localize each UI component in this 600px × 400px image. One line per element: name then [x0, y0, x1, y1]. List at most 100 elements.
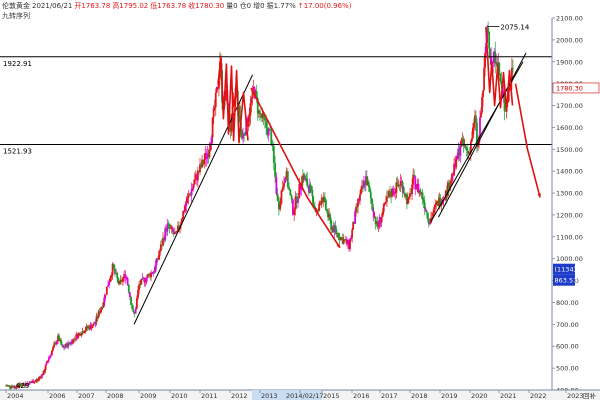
x-tick-label: 2017 [381, 392, 398, 400]
candle-body [349, 239, 351, 249]
candle-body [126, 277, 129, 285]
candle-body [470, 138, 473, 142]
candle-body [475, 115, 477, 123]
candle-body [145, 277, 148, 282]
candle-body [108, 281, 111, 286]
candle-body [84, 330, 87, 333]
candle-body [60, 339, 62, 345]
candle-body [483, 67, 485, 91]
candle-body [429, 222, 431, 225]
candle-body [279, 203, 282, 210]
candle-body [329, 214, 331, 221]
price-chart: 1922.911521.932075.14429 400.00500.00600… [0, 0, 600, 400]
candle-body [193, 179, 196, 185]
candle-body [51, 350, 53, 355]
candle-body [135, 298, 138, 309]
candle-body [465, 148, 468, 151]
candle-body [382, 204, 385, 212]
candle-body [114, 268, 116, 274]
low-label: 429 [16, 382, 29, 390]
candle-body [105, 286, 108, 295]
candle-body [269, 128, 271, 131]
candle-body [48, 355, 51, 358]
candle-body [56, 341, 58, 345]
candle-body [337, 233, 340, 239]
x-tick-label: 2010 [171, 392, 188, 400]
level-label: 1521.93 [3, 147, 32, 155]
candle-body [334, 225, 337, 230]
volume: 量0 [226, 2, 238, 10]
candle-body [197, 170, 199, 181]
candle-body [276, 193, 279, 201]
candle-body [311, 189, 314, 197]
candle-body [248, 116, 251, 122]
candle-body [413, 174, 416, 177]
candle-body [102, 301, 105, 308]
candle-body [284, 178, 287, 183]
candle-body [209, 144, 212, 151]
candle-body [187, 195, 190, 198]
x-tick-label: 2008 [107, 392, 124, 400]
candle-body [323, 196, 326, 200]
candle-body [297, 198, 299, 204]
open-interest: 仓0 [239, 2, 252, 10]
candle-body [512, 67, 514, 69]
candle-body [80, 334, 83, 336]
candle-body [155, 258, 158, 266]
candle-body [91, 325, 94, 329]
candle-body [190, 189, 193, 196]
candle-body [335, 229, 338, 234]
candle-body [401, 182, 404, 193]
amplitude: 振1.77% [266, 2, 296, 10]
candle-body [384, 201, 387, 203]
candle-body [389, 191, 391, 196]
candle-body [407, 198, 409, 204]
candle-body [325, 199, 327, 210]
y-tick-label: 2100.00 [556, 15, 583, 23]
candle-body [326, 209, 328, 212]
candle-body [286, 171, 289, 187]
candle-body [99, 309, 102, 314]
y-tick-label: 1100.00 [556, 233, 583, 241]
y-tick-label: 2000.00 [556, 36, 583, 44]
last-price-label: 1780.30 [556, 84, 583, 92]
candle-body [288, 186, 290, 190]
candle-body [400, 181, 403, 183]
x-tick-label: 2022 [530, 392, 547, 400]
candle-body [107, 285, 109, 287]
candle-body [482, 90, 484, 98]
candle-body [369, 191, 372, 199]
candle-body [422, 199, 425, 203]
x-tick-label: 2023 [567, 392, 584, 400]
candle-body [131, 305, 134, 310]
candle-body [158, 250, 161, 256]
candle-body [450, 180, 452, 186]
candle-body [258, 110, 261, 115]
candle-body [44, 365, 47, 370]
candle-body [283, 182, 285, 188]
candle-body [47, 357, 50, 361]
x-tick-label: 2016 [353, 392, 370, 400]
x-tick-label: 2004 [7, 392, 24, 400]
candle-body [157, 255, 160, 260]
candle-body [425, 211, 428, 213]
candle-body [103, 295, 106, 302]
candle-body [426, 212, 429, 220]
x-tick-label: 2014/02/17 [286, 392, 323, 400]
candle-body [174, 232, 177, 234]
y-tick-label: 1500.00 [556, 146, 583, 154]
change: ↑17.00(0.96%) [297, 2, 352, 10]
candle-body [265, 120, 268, 128]
candle-body [414, 176, 417, 190]
y-tick-label: 1900.00 [556, 58, 583, 66]
candle-body [169, 228, 172, 230]
candle-body [459, 146, 462, 156]
candle-body [281, 187, 284, 191]
candle-body [433, 207, 436, 214]
instrument-name: 伦敦黄金 [2, 2, 30, 10]
candle-body [464, 145, 467, 149]
candle-body [191, 187, 194, 190]
candle-body [184, 205, 187, 212]
candle-body [479, 117, 481, 137]
candle-body [64, 346, 67, 348]
